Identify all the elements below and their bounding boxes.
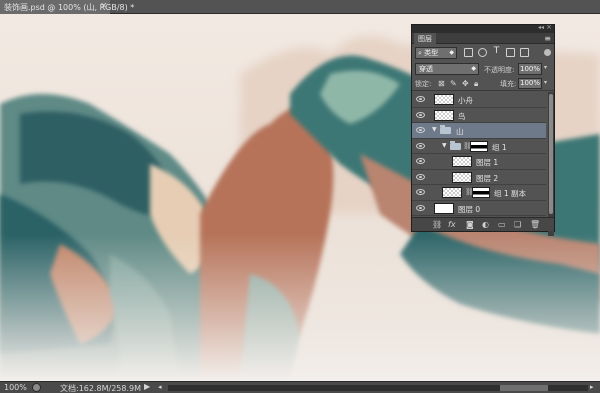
layer-thumbnail [442, 187, 462, 198]
lock-position-icon[interactable]: ✥ [462, 79, 469, 88]
document-tab[interactable]: 装饰画.psd @ 100% (山, RGB/8) * × [0, 0, 134, 14]
blend-row: 穿透 ◆ 不透明度: 100% ▾ [412, 63, 554, 77]
trash-icon[interactable]: 🗑︎ [530, 220, 540, 229]
fx-icon[interactable]: fx [448, 220, 456, 229]
layer-row[interactable]: 图层 0 [412, 200, 546, 216]
opacity-dropdown-icon[interactable]: ▾ [544, 64, 547, 71]
layer-row[interactable]: 小舟 [412, 92, 546, 108]
eye-icon[interactable] [416, 142, 425, 149]
panel-menu-icon[interactable]: ≡ [544, 34, 551, 43]
eye-icon[interactable] [416, 173, 425, 180]
opacity-label: 不透明度: [484, 66, 515, 74]
close-icon[interactable]: × [100, 1, 108, 11]
document-tab-title: 装饰画.psd @ 100% (山, RGB/8) * [4, 3, 135, 12]
scroll-left-icon[interactable]: ◂ [158, 383, 162, 391]
status-menu-arrow-icon[interactable]: ▶ [144, 382, 150, 391]
layer-row[interactable]: ⛓︎ 组 1 副本 [412, 185, 546, 201]
scroll-right-icon[interactable]: ▸ [590, 383, 594, 391]
lock-label: 锁定: [415, 80, 432, 88]
lock-row: 锁定: ⊠ ✎ ✥ 🔒︎ 填充: 100% ▾ [412, 78, 554, 91]
layer-name: 鸟 [458, 111, 466, 121]
layer-name: 图层 1 [476, 158, 499, 167]
kind-filter-select[interactable]: ⌕ 类型 ◆ [415, 47, 457, 59]
layer-list: 小舟 鸟 ▼ 山 ▼ ⛓︎ 组 1 图层 1 图层 2 ⛓︎ 组 1 副本 图层… [412, 92, 546, 236]
layer-row-selected[interactable]: ▼ 山 [412, 123, 546, 139]
layer-row[interactable]: ▼ ⛓︎ 组 1 [412, 138, 546, 154]
horizontal-scrollbar-thumb[interactable] [500, 385, 548, 391]
layer-row[interactable]: 鸟 [412, 107, 546, 123]
opacity-input[interactable]: 100% [518, 63, 542, 75]
link-layers-icon[interactable]: ⛓︎ [432, 220, 442, 229]
panel-titlebar[interactable]: ◂◂ × [412, 23, 554, 33]
layer-thumbnail [452, 156, 472, 167]
layer-name: 小舟 [458, 96, 473, 105]
layer-name: 山 [456, 127, 464, 136]
chevron-down-icon: ◆ [471, 65, 476, 72]
folder-icon [440, 125, 451, 134]
new-group-icon[interactable]: ▭ [498, 220, 506, 229]
new-layer-icon[interactable]: ❏ [514, 220, 521, 229]
adjustment-layer-icon[interactable]: ◐ [482, 220, 489, 229]
tab-layers[interactable]: 图层 [414, 33, 436, 44]
panel-tab-row: 图层 ≡ [412, 33, 554, 44]
layer-name: 图层 2 [476, 173, 499, 183]
layer-thumbnail [434, 109, 454, 121]
lock-all-icon[interactable]: 🔒︎ [474, 79, 478, 89]
expand-triangle-icon[interactable]: ▼ [432, 126, 437, 133]
shape-filter-icon[interactable] [506, 48, 515, 57]
eye-icon[interactable] [416, 96, 425, 102]
layer-row[interactable]: 图层 1 [412, 154, 546, 170]
scrollbar-thumb[interactable] [549, 94, 553, 214]
close-panel-icon[interactable]: × [546, 23, 552, 31]
expand-triangle-icon[interactable]: ▼ [442, 142, 447, 149]
layer-row[interactable]: 图层 2 [412, 169, 546, 185]
fill-label: 填充: [500, 80, 517, 88]
zoom-level[interactable]: 100% [4, 383, 27, 392]
layer-thumbnail [434, 94, 454, 105]
chevron-down-icon: ◆ [449, 49, 454, 56]
eye-icon[interactable] [416, 111, 425, 118]
layers-panel[interactable]: ◂◂ × 图层 ≡ ⌕ 类型 ◆ T 穿透 ◆ 不透明度: 100% ▾ 锁定:… [411, 23, 555, 236]
layer-thumbnail [452, 171, 472, 183]
layer-mask-thumbnail [472, 187, 490, 198]
layer-name: 组 1 副本 [494, 189, 527, 198]
type-filter-icon[interactable]: T [492, 47, 501, 57]
eye-icon[interactable] [416, 189, 425, 195]
adjustment-filter-icon[interactable] [478, 48, 487, 57]
blend-mode-value: 穿透 [419, 65, 433, 73]
folder-icon [450, 140, 461, 150]
image-filter-icon[interactable] [464, 48, 473, 57]
eye-icon[interactable] [416, 204, 425, 211]
eye-icon[interactable] [416, 158, 425, 164]
lock-image-icon[interactable]: ✎ [450, 79, 457, 88]
panel-footer: ⛓︎ fx ◙ ◐ ▭ ❏ 🗑︎ [412, 217, 554, 231]
fill-input[interactable]: 100% [518, 78, 542, 89]
smart-object-filter-icon[interactable] [520, 48, 529, 57]
kind-filter-value: 类型 [424, 49, 439, 57]
document-size: 文档:162.8M/258.9M [60, 384, 141, 393]
filter-toggle-icon[interactable] [544, 49, 551, 56]
status-bar: 100% 文档:162.8M/258.9M ▶ ◂ ▸ [0, 381, 600, 393]
lock-transparent-icon[interactable]: ⊠ [438, 79, 445, 88]
collapse-icon[interactable]: ◂◂ [538, 24, 544, 31]
share-icon[interactable] [32, 383, 41, 392]
layer-name: 图层 0 [458, 204, 481, 214]
document-tab-bar: 装饰画.psd @ 100% (山, RGB/8) * × [0, 0, 600, 14]
blend-mode-select[interactable]: 穿透 ◆ [415, 63, 479, 75]
layer-name: 组 1 [492, 142, 507, 152]
search-icon: ⌕ [418, 49, 422, 57]
fill-dropdown-icon[interactable]: ▾ [544, 79, 547, 86]
add-mask-icon[interactable]: ◙ [466, 220, 474, 229]
filter-row: ⌕ 类型 ◆ T [412, 47, 554, 61]
layer-thumbnail [434, 202, 454, 214]
layer-mask-thumbnail [470, 140, 488, 152]
eye-icon[interactable] [416, 127, 425, 133]
